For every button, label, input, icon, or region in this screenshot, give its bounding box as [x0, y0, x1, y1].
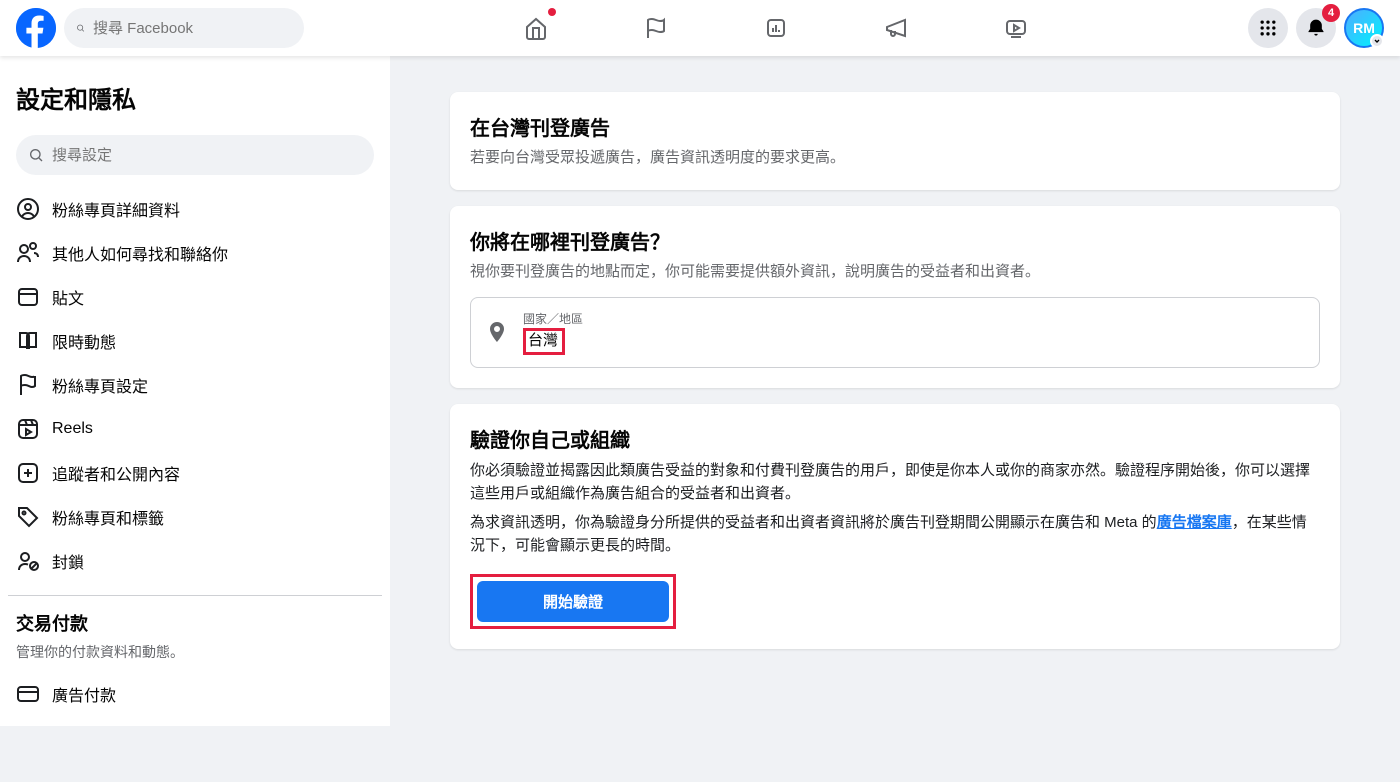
user-block-icon — [16, 549, 40, 573]
card-description: 視你要刊登廣告的地點而定，你可能需要提供額外資訊，說明廣告的受益者和出資者。 — [470, 261, 1320, 284]
sidebar-item-label: 廣告付款 — [52, 682, 116, 706]
sidebar-item-label: 粉絲專頁和標籤 — [52, 505, 164, 529]
facebook-logo[interactable] — [16, 8, 56, 48]
sidebar-item-label: Reels — [52, 420, 93, 438]
location-pin-icon — [485, 320, 509, 344]
layout: 設定和隱私 粉絲專頁詳細資料 其他人如何尋找和聯絡你 貼文 限時動態 粉絲專頁設… — [0, 56, 1400, 726]
sidebar-item-tags[interactable]: 粉絲專頁和標籤 — [8, 495, 382, 539]
user-circle-icon — [16, 197, 40, 221]
video-icon — [1004, 16, 1028, 40]
country-selector[interactable]: 國家／地區 台灣 — [470, 297, 1320, 368]
sidebar-item-label: 封鎖 — [52, 549, 84, 573]
sidebar-item-label: 其他人如何尋找和聯絡你 — [52, 241, 228, 265]
start-verification-button[interactable]: 開始驗證 — [477, 581, 669, 622]
sidebar-item-page-settings[interactable]: 粉絲專頁設定 — [8, 363, 382, 407]
sidebar-item-followers[interactable]: 追蹤者和公開內容 — [8, 451, 382, 495]
book-icon — [16, 329, 40, 353]
country-value-highlighted: 台灣 — [523, 328, 565, 355]
sidebar-item-label: 追蹤者和公開內容 — [52, 461, 180, 485]
nav-insights[interactable] — [720, 0, 832, 56]
sidebar-item-label: 貼文 — [52, 285, 84, 309]
reels-icon — [16, 417, 40, 441]
card-description: 若要向台灣受眾投遞廣告，廣告資訊透明度的要求更高。 — [470, 147, 1320, 170]
header-nav — [304, 0, 1248, 56]
chevron-down-icon — [1370, 34, 1384, 48]
window-icon — [16, 285, 40, 309]
global-search-input[interactable] — [93, 20, 292, 37]
card-verify: 驗證你自己或組織 你必須驗證並揭露因此類廣告受益的對象和付費刊登廣告的用戶，即使… — [450, 404, 1340, 649]
sidebar-item-stories[interactable]: 限時動態 — [8, 319, 382, 363]
sidebar-search[interactable] — [16, 135, 374, 175]
sidebar-item-label: 限時動態 — [52, 329, 116, 353]
sidebar-item-label: 粉絲專頁詳細資料 — [52, 197, 180, 221]
divider — [8, 595, 382, 596]
header-left — [16, 8, 304, 48]
bell-icon — [1306, 18, 1326, 38]
country-label: 國家／地區 — [523, 310, 1305, 327]
home-icon — [524, 16, 548, 40]
avatar-initials: RM — [1353, 20, 1375, 36]
text-segment: 為求資訊透明，你為驗證身分所提供的受益者和出資者資訊將於廣告刊登期間公開顯示在廣… — [470, 514, 1157, 531]
card-body-2: 為求資訊透明，你為驗證身分所提供的受益者和出資者資訊將於廣告刊登期間公開顯示在廣… — [470, 511, 1320, 558]
sidebar-item-posts[interactable]: 貼文 — [8, 275, 382, 319]
card-title: 驗證你自己或組織 — [470, 424, 1320, 453]
tag-icon — [16, 505, 40, 529]
sidebar-search-input[interactable] — [52, 147, 362, 164]
section-title-payments: 交易付款 — [8, 604, 382, 642]
profile-avatar[interactable]: RM — [1344, 8, 1384, 48]
notifications-button[interactable]: 4 — [1296, 8, 1336, 48]
top-header: 4 RM — [0, 0, 1400, 56]
sidebar-item-page-details[interactable]: 粉絲專頁詳細資料 — [8, 187, 382, 231]
sidebar-title: 設定和隱私 — [8, 72, 382, 123]
people-icon — [16, 241, 40, 265]
country-field: 國家／地區 台灣 — [523, 310, 1305, 355]
sidebar-item-reels[interactable]: Reels — [8, 407, 382, 451]
card-ad-region-info: 在台灣刊登廣告 若要向台灣受眾投遞廣告，廣告資訊透明度的要求更高。 — [450, 92, 1340, 190]
ad-library-link[interactable]: 廣告檔案庫 — [1157, 514, 1232, 531]
global-search[interactable] — [64, 8, 304, 48]
megaphone-icon — [884, 16, 908, 40]
grid-icon — [1258, 18, 1278, 38]
bar-chart-icon — [764, 16, 788, 40]
notifications-badge: 4 — [1322, 4, 1340, 22]
card-title: 在台灣刊登廣告 — [470, 112, 1320, 141]
nav-flag[interactable] — [600, 0, 712, 56]
main-content: 在台灣刊登廣告 若要向台灣受眾投遞廣告，廣告資訊透明度的要求更高。 你將在哪裡刊… — [390, 56, 1400, 726]
settings-sidebar: 設定和隱私 粉絲專頁詳細資料 其他人如何尋找和聯絡你 貼文 限時動態 粉絲專頁設… — [0, 56, 390, 726]
search-icon — [28, 147, 44, 163]
start-verification-highlight: 開始驗證 — [470, 574, 676, 629]
sidebar-item-block[interactable]: 封鎖 — [8, 539, 382, 583]
card-ad-location: 你將在哪裡刊登廣告？ 視你要刊登廣告的地點而定，你可能需要提供額外資訊，說明廣告… — [450, 206, 1340, 388]
card-body-1: 你必須驗證並揭露因此類廣告受益的對象和付費刊登廣告的用戶，即使是你本人或你的商家… — [470, 459, 1320, 506]
flag-icon — [16, 373, 40, 397]
plus-square-icon — [16, 461, 40, 485]
menu-button[interactable] — [1248, 8, 1288, 48]
header-right: 4 RM — [1248, 8, 1384, 48]
sidebar-item-label: 粉絲專頁設定 — [52, 373, 148, 397]
nav-announce[interactable] — [840, 0, 952, 56]
sidebar-item-ad-payments[interactable]: 廣告付款 — [8, 672, 382, 716]
nav-home[interactable] — [480, 0, 592, 56]
flag-icon — [644, 16, 668, 40]
sidebar-item-find-contact[interactable]: 其他人如何尋找和聯絡你 — [8, 231, 382, 275]
search-icon — [76, 20, 85, 36]
section-subtitle-payments: 管理你的付款資料和動態。 — [8, 642, 382, 672]
nav-video[interactable] — [960, 0, 1072, 56]
home-notification-dot — [548, 8, 556, 16]
card-title: 你將在哪裡刊登廣告？ — [470, 226, 1320, 255]
card-icon — [16, 682, 40, 706]
